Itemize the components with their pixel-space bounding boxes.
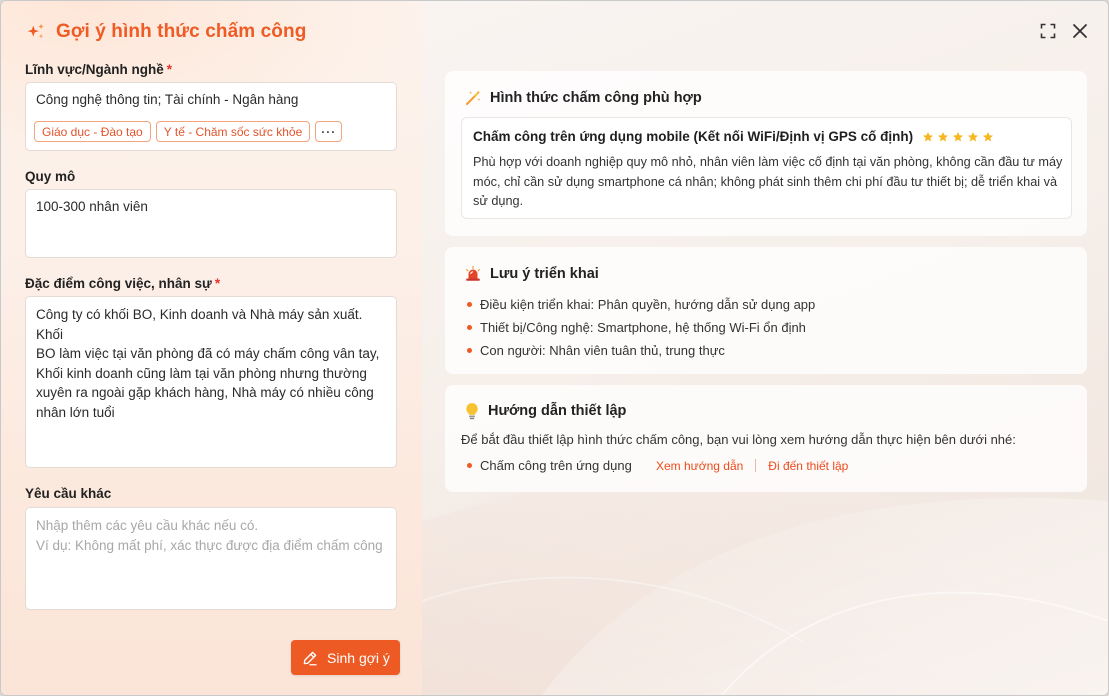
guide-item: Chấm công trên ứng dụng Xem hướng dẫn Đi… — [467, 458, 848, 473]
notes-list: Điều kiện triển khai: Phân quyền, hướng … — [467, 293, 815, 362]
pencil-icon — [303, 651, 317, 665]
magic-wand-icon — [465, 90, 481, 106]
bullet-dot — [467, 302, 472, 307]
method-card: Hình thức chấm công phù hợp Chấm công tr… — [445, 71, 1087, 236]
job-label-text: Đặc điểm công việc, nhân sự — [25, 276, 212, 291]
list-item: Con người: Nhân viên tuân thủ, trung thự… — [467, 339, 815, 362]
method-option-description: Phù hợp với doanh nghiệp quy mô nhỏ, nhâ… — [473, 155, 1063, 208]
notes-card: Lưu ý triển khai Điều kiện triển khai: P… — [445, 247, 1087, 374]
industry-value: Công nghệ thông tin; Tài chính - Ngân hà… — [36, 92, 299, 107]
guide-heading: Hướng dẫn thiết lập — [488, 403, 627, 419]
more-tags-button[interactable]: ··· — [315, 121, 343, 142]
star-icon — [938, 131, 949, 141]
notes-card-header: Lưu ý triển khai — [464, 265, 599, 283]
star-icon — [953, 131, 964, 141]
method-option-header: Chấm công trên ứng dụng mobile (Kết nối … — [473, 129, 994, 144]
list-item-text: Thiết bị/Công nghệ: Smartphone, hệ thống… — [480, 320, 806, 335]
rating-stars — [922, 131, 994, 143]
other-field[interactable]: Nhập thêm các yêu cầu khác nếu có. Ví dụ… — [25, 507, 397, 610]
view-guide-link[interactable]: Xem hướng dẫn — [656, 459, 743, 473]
generate-button-label: Sinh gợi ý — [327, 649, 390, 666]
lightbulb-icon — [466, 403, 478, 420]
bullet-dot — [467, 348, 472, 353]
go-to-setup-link[interactable]: Đi đến thiết lập — [768, 459, 848, 473]
guide-item-label: Chấm công trên ứng dụng — [480, 458, 632, 473]
required-mark: * — [214, 276, 221, 291]
result-panel: Hình thức chấm công phù hợp Chấm công tr… — [422, 1, 1108, 695]
siren-icon — [466, 265, 480, 281]
window-controls — [1040, 23, 1088, 39]
required-mark: * — [166, 62, 173, 77]
bullet-dot — [467, 463, 472, 468]
guide-card: Hướng dẫn thiết lập Để bắt đầu thiết lập… — [445, 385, 1087, 492]
close-icon[interactable] — [1072, 23, 1088, 39]
method-card-header: Hình thức chấm công phù hợp — [464, 89, 702, 107]
scale-label: Quy mô — [25, 169, 76, 184]
list-item-text: Con người: Nhân viên tuân thủ, trung thự… — [480, 343, 725, 358]
job-field[interactable]: Công ty có khối BO, Kinh doanh và Nhà má… — [25, 296, 397, 468]
star-icon — [968, 131, 979, 141]
method-option: Chấm công trên ứng dụng mobile (Kết nối … — [461, 117, 1072, 219]
dialog-title: Gợi ý hình thức chấm công — [56, 21, 307, 42]
expand-icon[interactable] — [1040, 23, 1056, 39]
scale-field[interactable]: 100-300 nhân viên — [25, 189, 397, 258]
other-label: Yêu cầu khác — [25, 486, 112, 501]
dialog-header: Gợi ý hình thức chấm công — [25, 21, 306, 43]
guide-intro: Để bắt đầu thiết lập hình thức chấm công… — [461, 432, 1016, 447]
list-item-text: Điều kiện triển khai: Phân quyền, hướng … — [480, 297, 816, 312]
guide-card-header: Hướng dẫn thiết lập — [464, 402, 626, 420]
sparkle-icon — [27, 23, 44, 39]
industry-tag[interactable]: Giáo dục - Đào tạo — [34, 121, 151, 142]
bullet-dot — [467, 325, 472, 330]
industry-tags: Giáo dục - Đào tạo Y tế - Chăm sốc sức k… — [34, 121, 343, 142]
industry-field[interactable]: Công nghệ thông tin; Tài chính - Ngân hà… — [25, 82, 397, 151]
job-value: Công ty có khối BO, Kinh doanh và Nhà má… — [36, 307, 380, 420]
industry-label-text: Lĩnh vực/Ngành nghề — [25, 62, 164, 77]
suggestion-dialog: Gợi ý hình thức chấm công Lĩnh vực/Ngành… — [0, 0, 1109, 696]
industry-label: Lĩnh vực/Ngành nghề * — [25, 62, 172, 77]
input-panel: Gợi ý hình thức chấm công Lĩnh vực/Ngành… — [1, 1, 422, 695]
list-item: Điều kiện triển khai: Phân quyền, hướng … — [467, 293, 815, 316]
scale-value: 100-300 nhân viên — [36, 199, 148, 214]
other-placeholder: Nhập thêm các yêu cầu khác nếu có. Ví dụ… — [36, 518, 383, 553]
star-icon — [923, 131, 934, 141]
list-item: Thiết bị/Công nghệ: Smartphone, hệ thống… — [467, 316, 815, 339]
star-icon — [983, 131, 994, 141]
method-heading: Hình thức chấm công phù hợp — [490, 90, 702, 106]
generate-button[interactable]: Sinh gợi ý — [291, 640, 400, 675]
industry-tag[interactable]: Y tế - Chăm sốc sức khỏe — [155, 121, 311, 142]
link-divider — [755, 459, 757, 472]
job-label: Đặc điểm công việc, nhân sự * — [25, 276, 220, 291]
method-option-title: Chấm công trên ứng dụng mobile (Kết nối … — [473, 129, 914, 144]
notes-heading: Lưu ý triển khai — [490, 266, 599, 282]
